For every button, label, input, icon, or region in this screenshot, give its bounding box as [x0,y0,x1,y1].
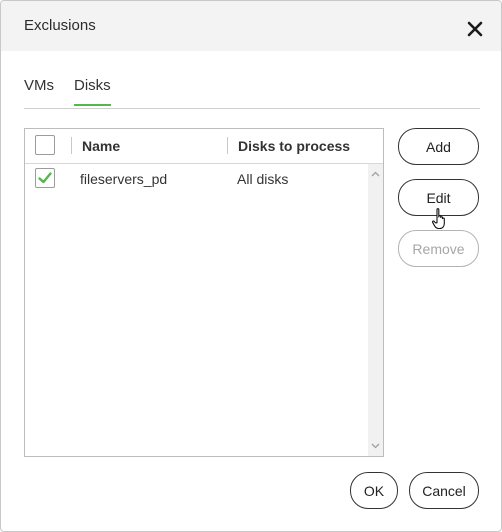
dialog-titlebar: Exclusions [1,1,501,51]
edit-button[interactable]: Edit [398,179,479,216]
column-header-name[interactable]: Name [82,138,120,154]
tab-vms[interactable]: VMs [24,77,54,94]
vertical-scrollbar[interactable] [368,164,383,456]
dialog-title: Exclusions [24,17,96,34]
checkmark-icon [38,172,52,184]
close-button[interactable] [464,18,486,40]
tab-disks[interactable]: Disks [74,77,111,106]
exclusions-grid: Name Disks to process fileservers_pd All… [24,128,384,457]
add-button[interactable]: Add [398,128,479,165]
cell-disks-to-process: All disks [237,171,289,187]
scroll-up-icon[interactable] [371,170,380,179]
select-all-checkbox[interactable] [35,135,55,155]
row-checkbox[interactable] [35,168,55,188]
column-header-disks-to-process[interactable]: Disks to process [238,138,350,154]
scroll-down-icon[interactable] [371,441,380,450]
remove-button[interactable]: Remove [398,230,479,267]
table-row[interactable]: fileservers_pd All disks [25,164,368,195]
tab-bar: VMs Disks [24,51,480,109]
grid-header: Name Disks to process [25,129,383,164]
cell-name: fileservers_pd [80,171,168,187]
cancel-button[interactable]: Cancel [409,472,479,509]
exclusions-dialog: Exclusions VMs Disks Name Disks to proce… [0,0,502,532]
close-icon [467,21,483,37]
ok-button[interactable]: OK [350,472,398,509]
column-separator [227,137,228,154]
column-separator [71,137,72,154]
